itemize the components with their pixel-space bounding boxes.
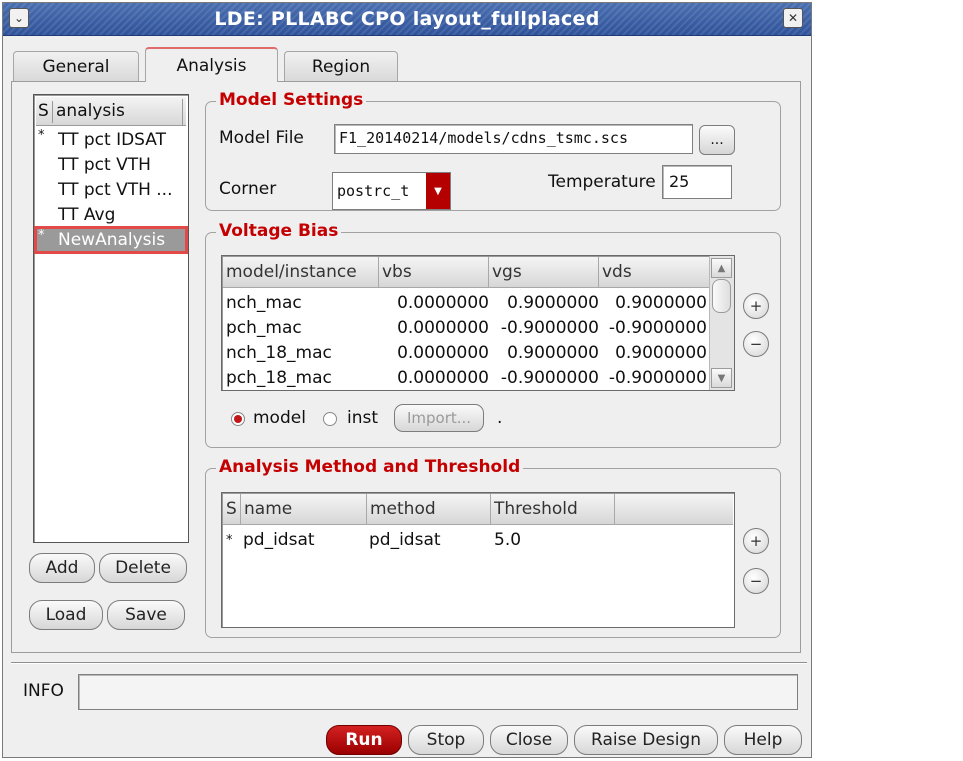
temperature-label: Temperature bbox=[548, 172, 656, 192]
cell-vbs: 0.0000000 bbox=[397, 293, 489, 313]
table-header: S name method Threshold bbox=[223, 494, 733, 525]
scroll-down-icon[interactable]: ▼ bbox=[711, 368, 732, 388]
list-item-label: NewAnalysis bbox=[58, 230, 166, 250]
table-row[interactable]: pch_18_mac 0.0000000 -0.9000000 -0.90000… bbox=[223, 366, 710, 390]
stop-button[interactable]: Stop bbox=[408, 725, 484, 755]
model-settings-title: Model Settings bbox=[216, 90, 367, 110]
radio-model[interactable] bbox=[231, 412, 245, 426]
cell-model: pch_mac bbox=[226, 318, 302, 338]
save-button[interactable]: Save bbox=[107, 600, 185, 630]
model-file-label: Model File bbox=[219, 128, 304, 148]
scroll-thumb[interactable] bbox=[712, 279, 731, 313]
cell-name: pd_idsat bbox=[243, 530, 315, 550]
cell-threshold: 5.0 bbox=[494, 530, 522, 550]
column-header-method[interactable]: method bbox=[367, 494, 491, 524]
raise-design-button[interactable]: Raise Design bbox=[574, 725, 718, 755]
list-item-label: TT pct IDSAT bbox=[58, 130, 166, 150]
cell-vds: -0.9000000 bbox=[608, 318, 707, 338]
cell-vds: 0.9000000 bbox=[615, 343, 707, 363]
modified-mark: * bbox=[38, 228, 45, 243]
cell-vds: -0.9000000 bbox=[608, 368, 707, 388]
column-header-analysis[interactable]: analysis bbox=[56, 101, 125, 121]
window-title: LDE: PLLABC CPO layout_fullplaced bbox=[214, 8, 600, 30]
delete-button[interactable]: Delete bbox=[99, 553, 187, 583]
cell-vds: 0.9000000 bbox=[615, 293, 707, 313]
vertical-scrollbar[interactable]: ▲ ▼ bbox=[709, 256, 734, 390]
remove-method-button[interactable]: − bbox=[743, 568, 769, 594]
column-header-vbs[interactable]: vbs bbox=[379, 257, 489, 287]
cell-model: nch_18_mac bbox=[226, 343, 332, 363]
voltage-bias-table[interactable]: model/instance vbs vgs vds nch_mac 0.000… bbox=[221, 255, 735, 391]
tab-analysis[interactable]: Analysis bbox=[145, 47, 278, 82]
table-row[interactable]: nch_18_mac 0.0000000 0.9000000 0.9000000 bbox=[223, 341, 710, 366]
temperature-input[interactable]: 25 bbox=[662, 165, 732, 199]
column-header-model-instance[interactable]: model/instance bbox=[223, 257, 379, 287]
import-button[interactable]: Import... bbox=[394, 404, 484, 432]
help-button[interactable]: Help bbox=[724, 725, 802, 755]
list-item[interactable]: TT pct VTH bbox=[36, 153, 186, 177]
cell-vbs: 0.0000000 bbox=[397, 343, 489, 363]
list-item[interactable]: * TT pct IDSAT bbox=[36, 128, 186, 152]
load-button[interactable]: Load bbox=[29, 600, 103, 630]
column-header-threshold[interactable]: Threshold bbox=[491, 494, 615, 524]
tab-region[interactable]: Region bbox=[284, 51, 398, 81]
corner-label: Corner bbox=[219, 179, 277, 199]
scroll-up-icon[interactable]: ▲ bbox=[711, 258, 732, 278]
radio-inst-label: inst bbox=[347, 408, 379, 428]
trailing-dot: . bbox=[497, 408, 503, 428]
corner-select[interactable]: postrc_t ▼ bbox=[332, 172, 451, 210]
close-window-icon[interactable]: ✕ bbox=[783, 8, 803, 28]
cell-model: pch_18_mac bbox=[226, 368, 332, 388]
cell-vgs: -0.9000000 bbox=[500, 368, 599, 388]
cell-method: pd_idsat bbox=[369, 530, 441, 550]
column-header-vgs[interactable]: vgs bbox=[489, 257, 599, 287]
radio-model-label: model bbox=[253, 408, 306, 428]
add-button[interactable]: Add bbox=[29, 553, 95, 583]
column-divider bbox=[182, 99, 183, 125]
table-row[interactable]: pch_mac 0.0000000 -0.9000000 -0.9000000 bbox=[223, 316, 710, 341]
info-label: INFO bbox=[23, 681, 64, 701]
divider bbox=[11, 662, 807, 664]
list-item[interactable]: TT pct VTH ... bbox=[36, 178, 186, 202]
list-item-selected[interactable]: * NewAnalysis bbox=[34, 226, 188, 254]
lde-dialog-window: ⌄ LDE: PLLABC CPO layout_fullplaced ✕ Ge… bbox=[2, 2, 812, 758]
model-file-input[interactable]: F1_20140214/models/cdns_tsmc.scs bbox=[334, 124, 693, 154]
column-header-s[interactable]: S bbox=[223, 494, 241, 524]
add-row-button[interactable]: + bbox=[743, 293, 769, 319]
column-header-name[interactable]: name bbox=[241, 494, 367, 524]
remove-row-button[interactable]: − bbox=[743, 331, 769, 357]
analysis-list-header: S analysis bbox=[36, 97, 186, 126]
list-item-label: TT Avg bbox=[58, 205, 116, 225]
list-item[interactable]: TT Avg bbox=[36, 203, 186, 227]
table-header: model/instance vbs vgs vds bbox=[223, 257, 710, 288]
cell-status: * bbox=[226, 533, 233, 548]
close-button[interactable]: Close bbox=[490, 725, 568, 755]
tab-general[interactable]: General bbox=[13, 51, 139, 81]
analysis-method-title: Analysis Method and Threshold bbox=[216, 457, 524, 477]
list-item-label: TT pct VTH ... bbox=[58, 180, 173, 200]
run-button[interactable]: Run bbox=[326, 725, 402, 755]
corner-selected-value: postrc_t bbox=[337, 182, 410, 200]
radio-inst[interactable] bbox=[323, 412, 337, 426]
add-method-button[interactable]: + bbox=[743, 528, 769, 554]
table-row[interactable]: * pd_idsat pd_idsat 5.0 bbox=[223, 528, 733, 553]
chevron-down-icon[interactable]: ▼ bbox=[426, 173, 450, 209]
cell-vgs: 0.9000000 bbox=[507, 293, 599, 313]
cell-vgs: -0.9000000 bbox=[500, 318, 599, 338]
cell-model: nch_mac bbox=[226, 293, 302, 313]
cell-vgs: 0.9000000 bbox=[507, 343, 599, 363]
browse-button[interactable]: ... bbox=[699, 125, 735, 155]
table-row[interactable]: nch_mac 0.0000000 0.9000000 0.9000000 bbox=[223, 291, 710, 316]
cell-vbs: 0.0000000 bbox=[397, 368, 489, 388]
info-field bbox=[78, 674, 798, 710]
column-header-s[interactable]: S bbox=[38, 101, 53, 123]
title-bar[interactable]: ⌄ LDE: PLLABC CPO layout_fullplaced ✕ bbox=[3, 3, 811, 36]
analysis-method-table[interactable]: S name method Threshold * pd_idsat pd_id… bbox=[221, 492, 735, 628]
list-item-label: TT pct VTH bbox=[58, 155, 151, 175]
voltage-bias-title: Voltage Bias bbox=[216, 221, 342, 241]
modified-mark: * bbox=[38, 128, 45, 143]
cell-vbs: 0.0000000 bbox=[397, 318, 489, 338]
analysis-list[interactable]: S analysis * TT pct IDSAT TT pct VTH TT … bbox=[33, 94, 189, 543]
column-header-vds[interactable]: vds bbox=[599, 257, 710, 287]
